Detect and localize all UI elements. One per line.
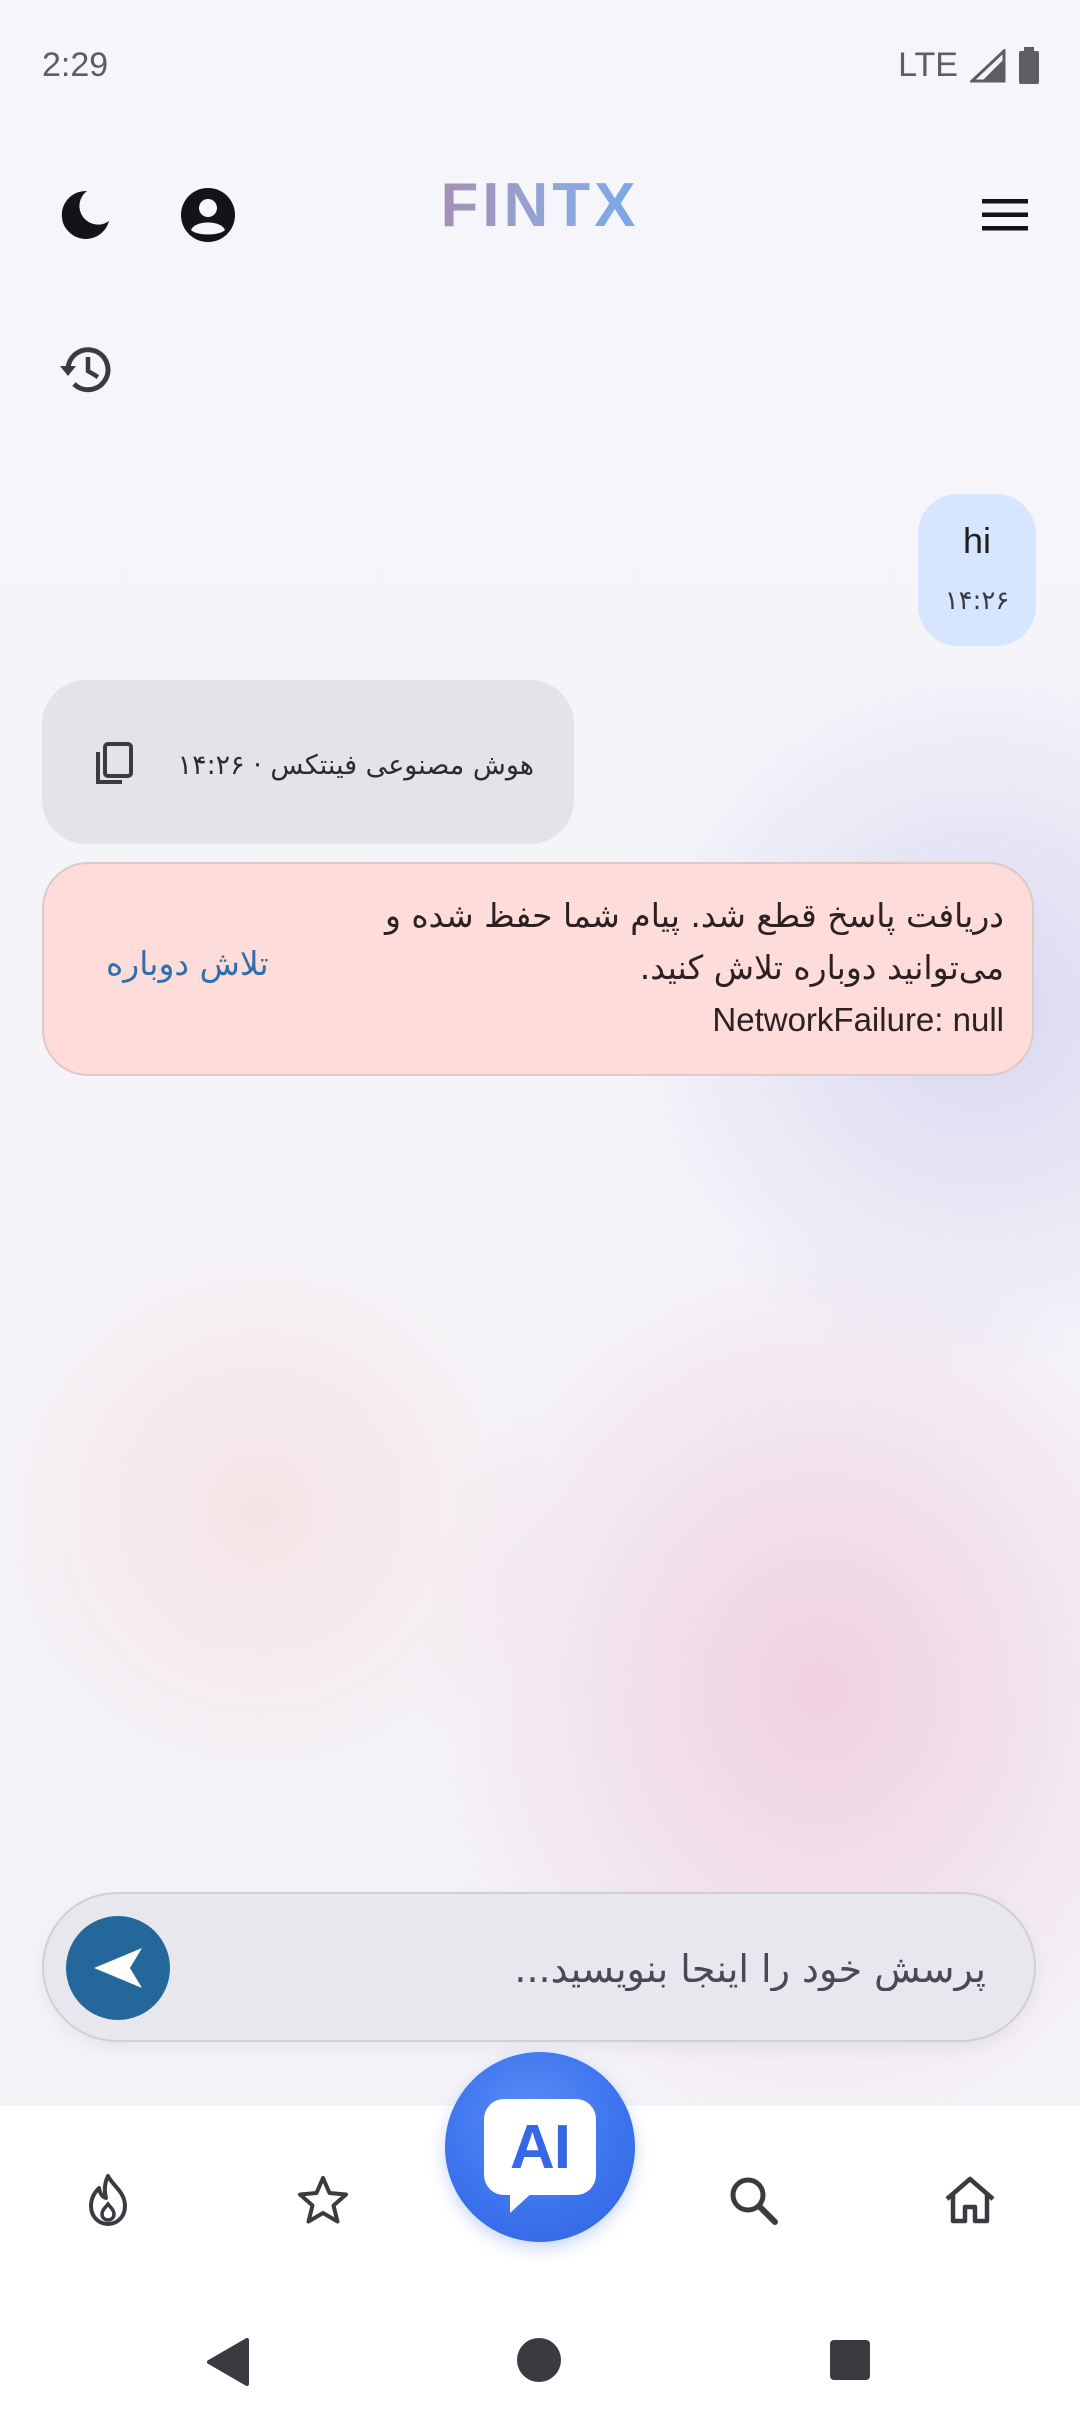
message-composer xyxy=(42,1892,1036,2042)
user-message-text: hi xyxy=(962,520,992,561)
chat-bubble-icon: AI xyxy=(484,2099,596,2213)
message-input[interactable] xyxy=(194,1924,988,2014)
search-icon xyxy=(730,2177,778,2225)
network-type: LTE xyxy=(898,46,958,84)
error-message: دریافت پاسخ قطع شد. پیام شما حفظ شده و م… xyxy=(384,896,1004,987)
send-icon xyxy=(94,1948,142,1988)
send-button[interactable] xyxy=(66,1916,170,2020)
history-icon xyxy=(60,347,111,393)
copy-icon xyxy=(96,742,133,784)
copy-button[interactable] xyxy=(94,742,134,786)
user-message-bubble: hi ۱۴:۲۶ xyxy=(918,494,1036,646)
home-icon xyxy=(945,2176,995,2224)
back-triangle-icon xyxy=(207,2338,249,2386)
nav-favorites[interactable] xyxy=(283,2160,363,2240)
retry-button[interactable]: تلاش دوباره xyxy=(106,944,269,983)
system-recents-button[interactable] xyxy=(828,2338,872,2386)
nav-search[interactable] xyxy=(713,2160,793,2240)
history-button[interactable] xyxy=(50,334,120,404)
hamburger-menu-icon xyxy=(982,199,1028,231)
signal-icon xyxy=(970,48,1006,82)
system-home-button[interactable] xyxy=(515,2336,563,2388)
ai-label: AI xyxy=(510,2112,571,2182)
system-back-button[interactable] xyxy=(205,2336,251,2392)
home-circle-icon xyxy=(517,2338,561,2382)
recents-square-icon xyxy=(830,2340,870,2380)
ai-assistant-button[interactable]: AI xyxy=(445,2052,635,2242)
error-text: دریافت پاسخ قطع شد. پیام شما حفظ شده و م… xyxy=(304,890,1004,1046)
error-banner: دریافت پاسخ قطع شد. پیام شما حفظ شده و م… xyxy=(42,862,1034,1076)
menu-button[interactable] xyxy=(970,180,1040,250)
user-message-time: ۱۴:۲۶ xyxy=(944,586,1010,616)
nav-trending[interactable] xyxy=(68,2160,148,2240)
nav-home[interactable] xyxy=(930,2160,1010,2240)
ai-message-bubble: هوش مصنوعی فینتکس · ۱۴:۲۶ xyxy=(42,680,574,844)
ai-message-meta: هوش مصنوعی فینتکس · ۱۴:۲۶ xyxy=(177,750,534,781)
error-detail: NetworkFailure: null xyxy=(712,1001,1004,1038)
app-logo: FINTX xyxy=(440,171,640,240)
star-icon xyxy=(298,2176,348,2224)
status-icons: LTE xyxy=(898,46,1040,85)
battery-icon xyxy=(1019,46,1039,84)
fire-icon xyxy=(89,2174,127,2226)
status-time: 2:29 xyxy=(42,46,109,84)
